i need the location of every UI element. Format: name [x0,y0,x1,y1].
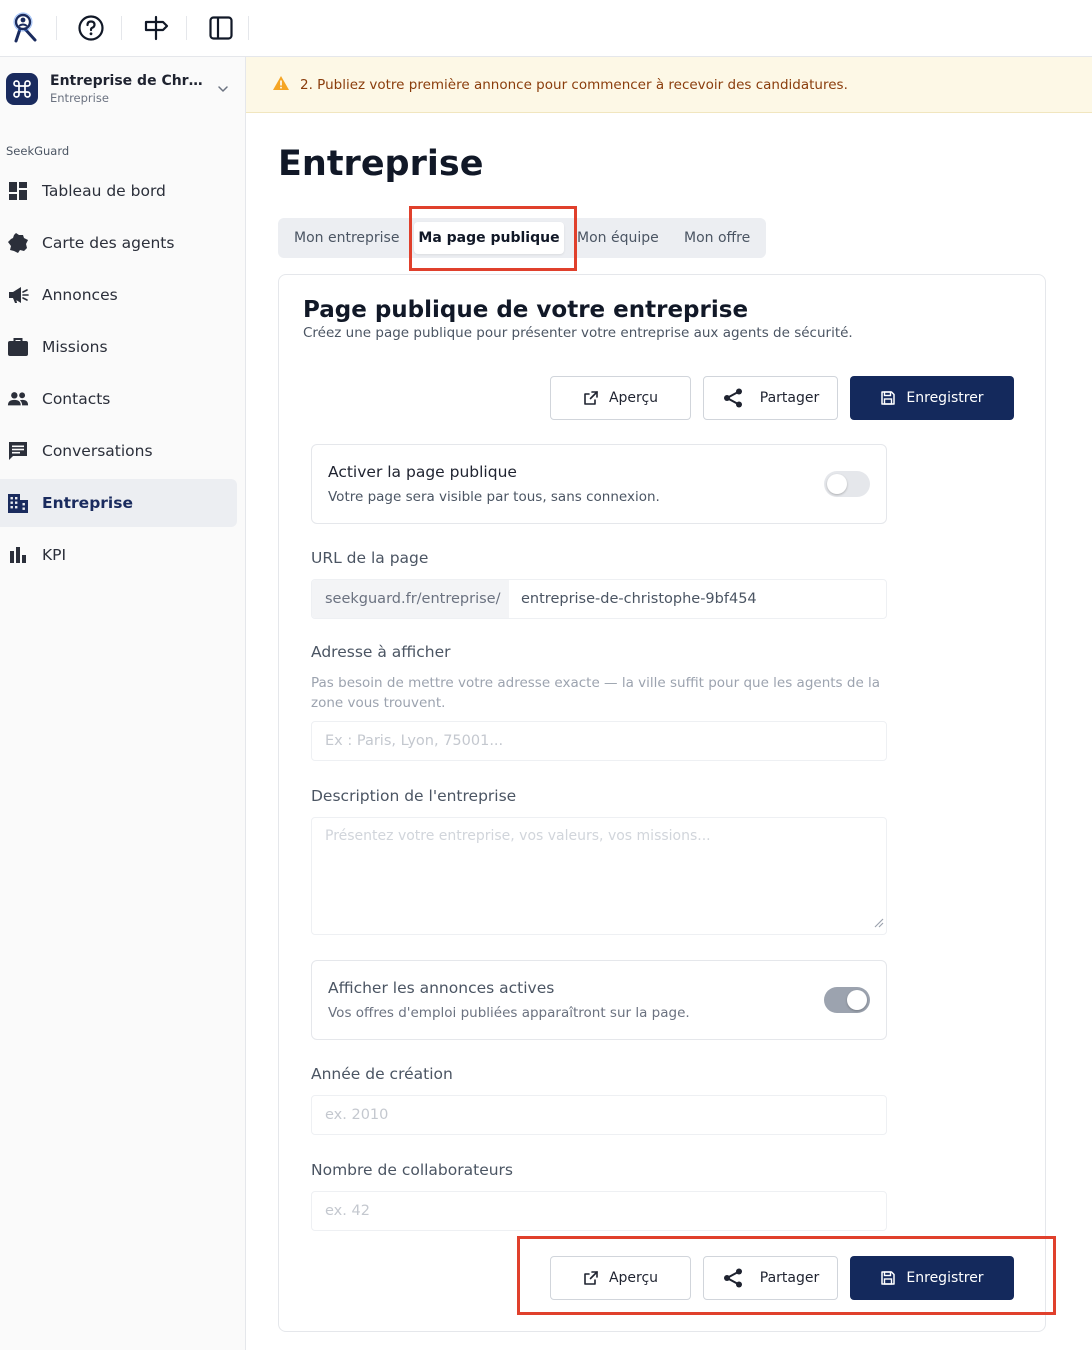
active-ads-toggle-row: Afficher les annonces actives Vos offres… [311,960,887,1040]
toolbar-divider [248,16,249,40]
year-label: Année de création [311,1065,453,1083]
active-ads-toggle-title: Afficher les annonces actives [328,979,555,997]
share-icon [722,387,744,409]
public-page-switch[interactable] [824,471,870,497]
top-toolbar [0,0,1092,57]
url-prefix: seekguard.fr/entreprise/ [312,580,509,618]
preview-button[interactable]: Aperçu [550,376,691,420]
toolbar-divider [56,16,57,40]
url-slug-input[interactable]: entreprise-de-christophe-9bf454 [509,580,886,618]
sidebar-item-label: Conversations [42,442,153,460]
banner-message[interactable]: 2. Publiez votre première annonce pour c… [300,77,848,93]
sidebar-section-label: SeekGuard [6,144,70,158]
save-button-bottom[interactable]: Enregistrer [850,1256,1014,1300]
external-link-icon [583,1270,599,1286]
card-subtitle: Créez une page publique pour présenter v… [303,325,853,341]
megaphone-icon [7,284,29,306]
command-icon [6,73,38,105]
sidebar: Entreprise de Christ... Entreprise SeekG… [0,57,246,1350]
staff-input[interactable]: ex. 42 [311,1191,887,1231]
card-title: Page publique de votre entreprise [303,297,749,323]
sidebar-item-label: Entreprise [42,494,133,512]
seekguard-logo-icon[interactable] [6,9,46,47]
warning-triangle-icon [272,75,290,95]
share-icon [722,1267,744,1289]
sidebar-item-carte-des-agents[interactable]: Carte des agents [0,219,237,267]
help-circle-icon[interactable] [71,9,111,47]
share-button[interactable]: Partager [703,376,838,420]
signpost-icon[interactable] [136,9,176,47]
description-label: Description de l'entreprise [311,787,517,805]
active-ads-switch[interactable] [824,987,870,1013]
org-name: Entreprise de Christ... [50,73,206,89]
active-ads-toggle-desc: Vos offres d'emploi publiées apparaîtron… [328,1005,690,1021]
people-icon [7,388,29,410]
public-page-toggle-desc: Votre page sera visible par tous, sans c… [328,489,660,505]
sidebar-toggle-icon[interactable] [201,9,241,47]
description-placeholder: Présentez votre entreprise, vos valeurs,… [325,828,711,844]
save-label: Enregistrer [906,390,984,406]
toolbar-divider [186,16,187,40]
sidebar-item-label: KPI [42,546,67,564]
address-input[interactable]: Ex : Paris, Lyon, 75001... [311,721,887,761]
share-label: Partager [759,1270,820,1286]
organization-switcher[interactable]: Entreprise de Christ... Entreprise [6,69,238,109]
sidebar-item-label: Missions [42,338,108,356]
sidebar-item-label: Tableau de bord [42,182,166,200]
sidebar-item-kpi[interactable]: KPI [0,531,237,579]
share-button-bottom[interactable]: Partager [703,1256,838,1300]
tab-bar: Mon entreprise Ma page publique Mon équi… [278,218,766,258]
bar-chart-icon [7,544,29,566]
external-link-icon [583,390,599,406]
floppy-disk-icon [880,1270,896,1286]
sidebar-item-label: Contacts [42,390,111,408]
sidebar-item-contacts[interactable]: Contacts [0,375,237,423]
sidebar-item-label: Annonces [42,286,118,304]
preview-label: Aperçu [608,390,659,406]
tab-mon-offre[interactable]: Mon offre [684,218,750,258]
resize-handle-icon[interactable] [872,916,884,932]
switch-knob [827,474,847,494]
chevron-down-icon [216,81,230,100]
sidebar-item-missions[interactable]: Missions [0,323,237,371]
year-input[interactable]: ex. 2010 [311,1095,887,1135]
building-icon [7,492,29,514]
url-field[interactable]: seekguard.fr/entreprise/ entreprise-de-c… [311,579,887,619]
sidebar-item-entreprise[interactable]: Entreprise [0,479,237,527]
switch-knob [847,990,867,1010]
sidebar-item-annonces[interactable]: Annonces [0,271,237,319]
tab-ma-page-publique[interactable]: Ma page publique [414,222,564,254]
sidebar-item-conversations[interactable]: Conversations [0,427,237,475]
public-page-toggle-title: Activer la page publique [328,463,517,481]
preview-label: Aperçu [608,1270,659,1286]
floppy-disk-icon [880,390,896,406]
address-help: Pas besoin de mettre votre adresse exact… [311,675,881,711]
org-type: Entreprise [50,91,109,105]
public-page-card: Page publique de votre entreprise Créez … [278,274,1046,1332]
url-label: URL de la page [311,549,429,567]
sidebar-item-label: Carte des agents [42,234,175,252]
toolbar-divider [121,16,122,40]
onboarding-banner: 2. Publiez votre première annonce pour c… [246,57,1092,113]
staff-label: Nombre de collaborateurs [311,1161,514,1179]
sidebar-item-tableau-de-bord[interactable]: Tableau de bord [0,167,237,215]
briefcase-icon [7,336,29,358]
chat-icon [7,440,29,462]
save-button[interactable]: Enregistrer [850,376,1014,420]
share-label: Partager [759,390,820,406]
tab-mon-entreprise[interactable]: Mon entreprise [294,218,399,258]
address-label: Adresse à afficher [311,643,451,661]
description-textarea[interactable]: Présentez votre entreprise, vos valeurs,… [311,817,887,935]
dashboard-icon [7,180,29,202]
tab-mon-equipe[interactable]: Mon équipe [577,218,659,258]
public-page-toggle-row: Activer la page publique Votre page sera… [311,444,887,524]
page-title: Entreprise [278,144,484,184]
save-label: Enregistrer [906,1270,984,1286]
preview-button-bottom[interactable]: Aperçu [550,1256,691,1300]
france-map-icon [7,232,29,254]
